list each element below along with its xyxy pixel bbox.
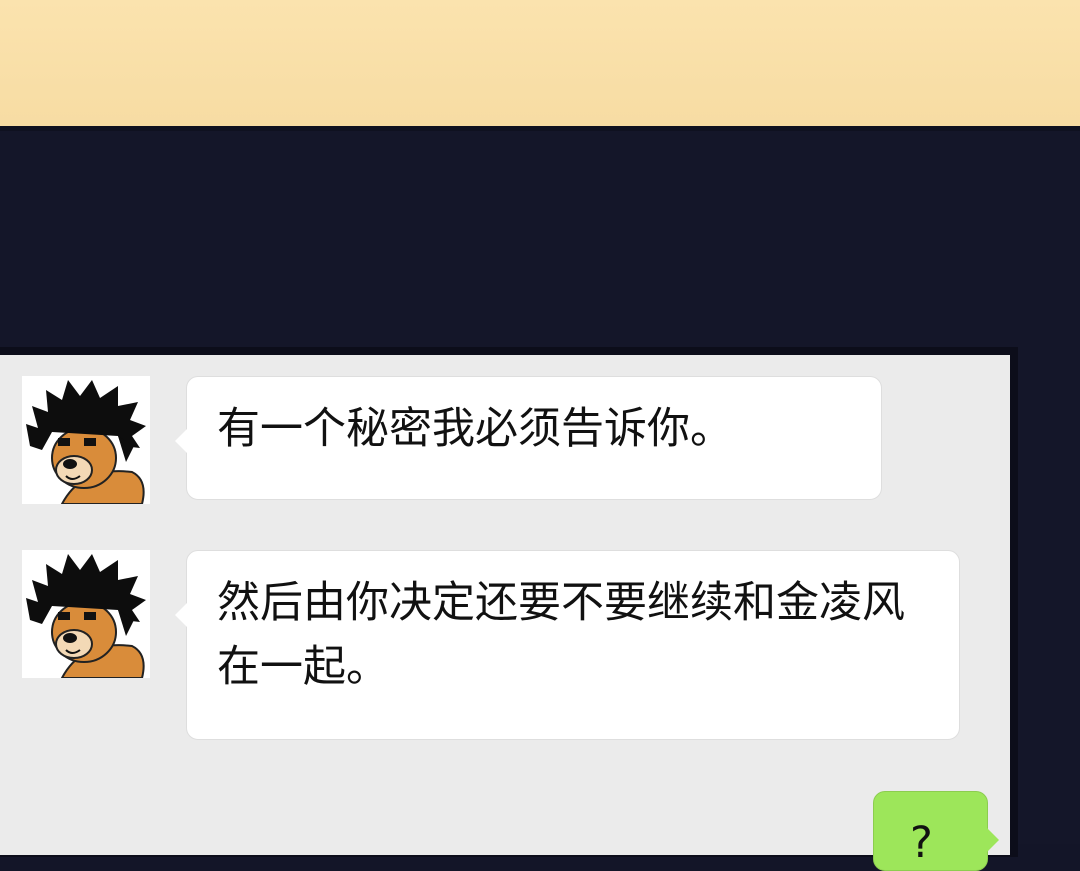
shiba-dog-avatar-icon[interactable]: [22, 550, 150, 678]
top-comic-panel: [0, 0, 1080, 131]
message-bubble-incoming[interactable]: 然后由你决定还要不要继续和金凌风在一起。: [175, 550, 960, 740]
message-text: ?: [910, 818, 933, 868]
message-row: 有一个秘密我必须告诉你。: [22, 376, 882, 506]
message-bubble-incoming[interactable]: 有一个秘密我必须告诉你。: [175, 376, 882, 500]
bubble-tail: [175, 429, 187, 453]
message-text: 有一个秘密我必须告诉你。: [217, 404, 733, 454]
message-bubble-outgoing[interactable]: ?: [873, 791, 999, 871]
shiba-dog-avatar-icon[interactable]: [22, 376, 150, 504]
message-row: 然后由你决定还要不要继续和金凌风在一起。: [22, 550, 962, 742]
panel-gutter-right: [1018, 347, 1080, 844]
panel-gutter: [0, 131, 1080, 351]
message-text: 然后由你决定还要不要继续和金凌风在一起。: [217, 578, 905, 692]
bubble-tail: [175, 603, 187, 627]
bubble-tail: [987, 828, 999, 852]
